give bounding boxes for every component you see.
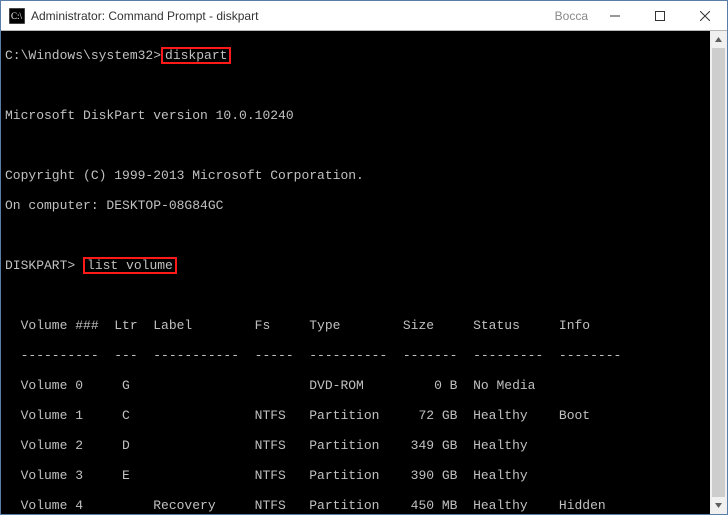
table-row: Volume 1 C NTFS Partition 72 GB Healthy … <box>5 408 723 423</box>
table-row: Volume 3 E NTFS Partition 390 GB Healthy <box>5 468 723 483</box>
diskpart-prompt-line: DISKPART> list volume <box>5 258 723 273</box>
version-line: Microsoft DiskPart version 10.0.10240 <box>5 108 723 123</box>
table-row: Volume 0 G DVD-ROM 0 B No Media <box>5 378 723 393</box>
scroll-down-button[interactable] <box>710 497 727 514</box>
close-button[interactable] <box>682 1 727 30</box>
shell-prompt: C:\Windows\system32> <box>5 48 161 63</box>
titlebar-user: Bocca <box>555 9 588 23</box>
table-header: Volume ### Ltr Label Fs Type Size Status… <box>5 318 723 333</box>
maximize-button[interactable] <box>637 1 682 30</box>
table-row: Volume 2 D NTFS Partition 349 GB Healthy <box>5 438 723 453</box>
scroll-thumb[interactable] <box>712 48 725 497</box>
table-row: Volume 4 Recovery NTFS Partition 450 MB … <box>5 498 723 513</box>
window-title: Administrator: Command Prompt - diskpart <box>31 9 258 23</box>
diskpart-prompt: DISKPART> <box>5 258 75 273</box>
cmd-diskpart: diskpart <box>161 47 231 64</box>
computer-line: On computer: DESKTOP-08G84GC <box>5 198 723 213</box>
svg-text:C:\: C:\ <box>11 11 23 21</box>
titlebar[interactable]: C:\ Administrator: Command Prompt - disk… <box>1 1 727 31</box>
scroll-up-button[interactable] <box>710 31 727 48</box>
scrollbar[interactable] <box>710 31 727 514</box>
cmd-icon: C:\ <box>9 8 25 24</box>
command-prompt-window: C:\ Administrator: Command Prompt - disk… <box>0 0 728 515</box>
cmd-list-volume: list volume <box>83 257 177 274</box>
table-divider: ---------- --- ----------- ----- -------… <box>5 348 723 363</box>
prompt-line: C:\Windows\system32>diskpart <box>5 48 723 63</box>
copyright-line: Copyright (C) 1999-2013 Microsoft Corpor… <box>5 168 723 183</box>
scroll-track[interactable] <box>710 48 727 497</box>
terminal-body[interactable]: C:\Windows\system32>diskpart Microsoft D… <box>1 31 727 514</box>
minimize-button[interactable] <box>592 1 637 30</box>
